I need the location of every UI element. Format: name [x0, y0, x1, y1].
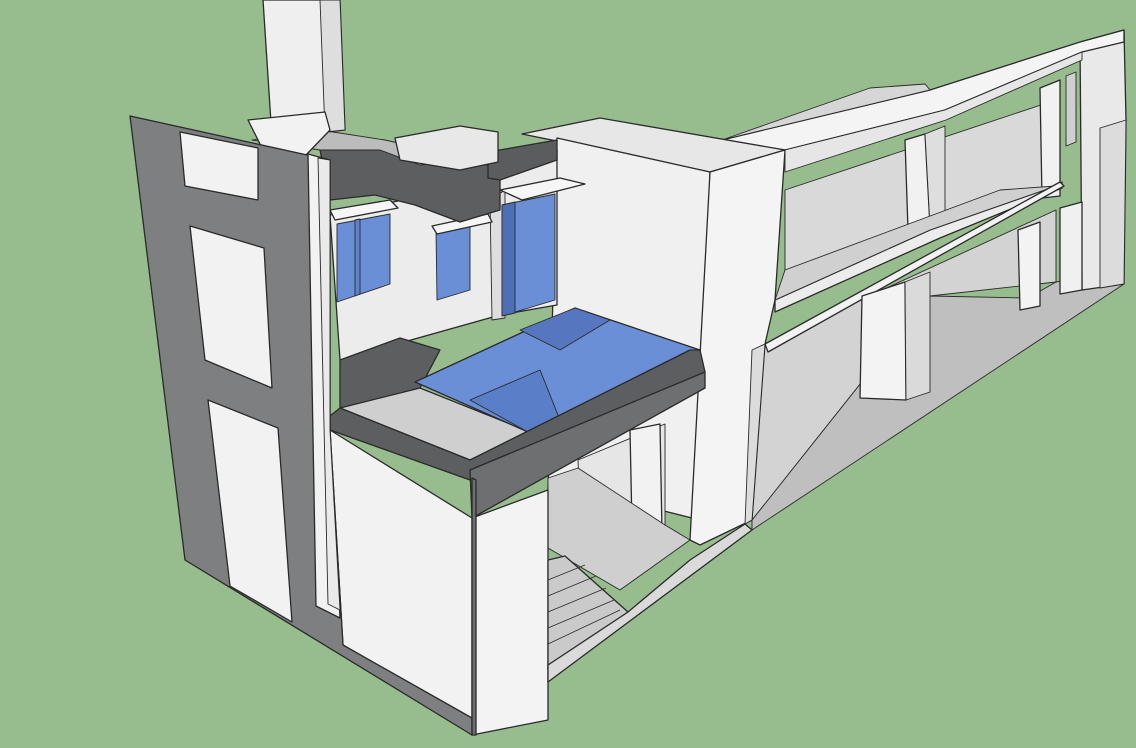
- right-wing-lower-column-2: [1017, 221, 1041, 311]
- window-2: [435, 223, 471, 301]
- right-wing-end-wall-side: [1099, 119, 1127, 289]
- right-wing-lower-column-1: [859, 281, 907, 401]
- lower-front-wall: [471, 489, 549, 736]
- right-wing-column-2: [1039, 79, 1061, 199]
- window-3-frame: [501, 201, 516, 317]
- window-1-pane-split: [354, 218, 361, 297]
- front-block-edge: [471, 477, 477, 736]
- right-wing-lower-column-3: [1059, 201, 1083, 295]
- right-wing-slot-window: [1065, 71, 1077, 147]
- model-viewport[interactable]: [0, 0, 1136, 748]
- building-section-model: [0, 0, 1136, 748]
- right-wing-lower-column-1-side: [904, 271, 931, 401]
